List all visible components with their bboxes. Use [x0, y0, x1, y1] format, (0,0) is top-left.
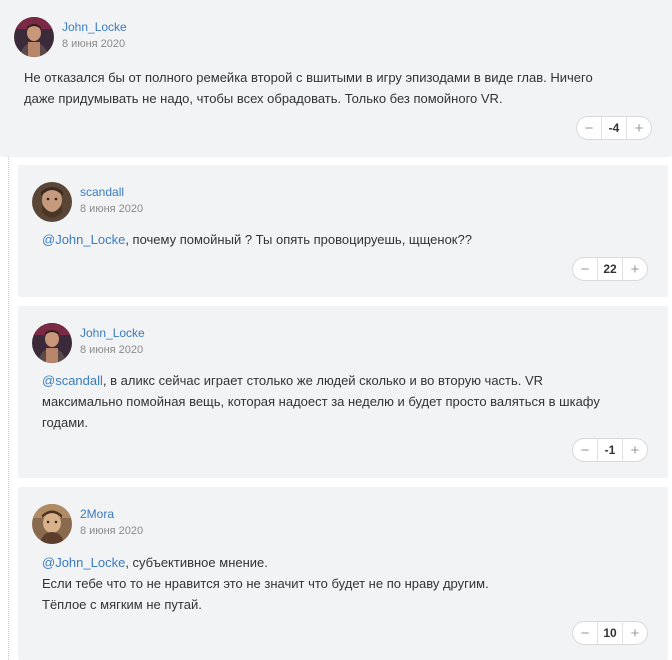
comment-text-line: @John_Locke, почему помойный ? Ты опять … [42, 232, 472, 247]
comment-date: 8 июня 2020 [80, 344, 144, 356]
vote-control: − -1 + [572, 438, 648, 462]
comment-date: 8 июня 2020 [62, 38, 126, 50]
comment-card: 2Mora 8 июня 2020 @John_Locke, субъектив… [18, 487, 668, 660]
vote-up-button[interactable]: + [623, 622, 647, 644]
comment-text-line: максимально помойная вещь, которая надое… [42, 394, 600, 409]
mention-link[interactable]: @scandall [42, 373, 103, 388]
vote-up-button[interactable]: + [627, 117, 651, 139]
comment-text-line: Тёплое с мягким не путай. [42, 597, 202, 612]
user-avatar-man-icon [14, 17, 54, 57]
user-avatar-bearded-icon [32, 182, 72, 222]
comment-author-link[interactable]: 2Mora [80, 507, 114, 521]
avatar[interactable] [32, 504, 72, 544]
comment-author-link[interactable]: John_Locke [80, 326, 145, 340]
comment-date: 8 июня 2020 [80, 525, 144, 537]
avatar[interactable] [32, 182, 72, 222]
comment-card: John_Locke 8 июня 2020 @scandall, в алик… [18, 306, 668, 478]
comment-date: 8 июня 2020 [80, 203, 144, 215]
comment-text-line: Не отказался бы от полного ремейка второ… [24, 70, 593, 85]
comment-text: @John_Locke, почему помойный ? Ты опять … [42, 229, 662, 250]
vote-down-button[interactable]: − [573, 439, 597, 461]
comment-text-line: Если тебе что то не нравится это не знач… [42, 576, 489, 591]
comment-card: John_Locke 8 июня 2020 Не отказался бы о… [0, 0, 672, 157]
comment-card: scandall 8 июня 2020 @John_Locke, почему… [18, 165, 668, 297]
comment-text-line: годами. [42, 415, 89, 430]
mention-link[interactable]: @John_Locke [42, 232, 125, 247]
comment-text-line: @John_Locke, субъективное мнение. [42, 555, 268, 570]
vote-down-button[interactable]: − [577, 117, 601, 139]
user-avatar-character-icon [32, 504, 72, 544]
vote-score: -1 [597, 439, 623, 461]
comment-text: @scandall, в аликс сейчас играет столько… [42, 370, 662, 433]
vote-score: 22 [597, 258, 623, 280]
vote-score: -4 [601, 117, 627, 139]
comment-text: @John_Locke, субъективное мнение. Если т… [42, 552, 662, 615]
comment-author-link[interactable]: scandall [80, 185, 124, 199]
comment-text-line: даже придумывать не надо, чтобы всех обр… [24, 91, 503, 106]
reply-thread-line [8, 157, 9, 660]
vote-up-button[interactable]: + [623, 439, 647, 461]
avatar[interactable] [14, 17, 54, 57]
comment-text-line: @scandall, в аликс сейчас играет столько… [42, 373, 544, 388]
user-avatar-man-icon [32, 323, 72, 363]
vote-control: − -4 + [576, 116, 652, 140]
mention-link[interactable]: @John_Locke [42, 555, 125, 570]
comment-text: Не отказался бы от полного ремейка второ… [24, 67, 644, 109]
vote-control: − 10 + [572, 621, 648, 645]
comment-author-link[interactable]: John_Locke [62, 20, 127, 34]
vote-down-button[interactable]: − [573, 258, 597, 280]
vote-control: − 22 + [572, 257, 648, 281]
vote-up-button[interactable]: + [623, 258, 647, 280]
vote-down-button[interactable]: − [573, 622, 597, 644]
avatar[interactable] [32, 323, 72, 363]
vote-score: 10 [597, 622, 623, 644]
